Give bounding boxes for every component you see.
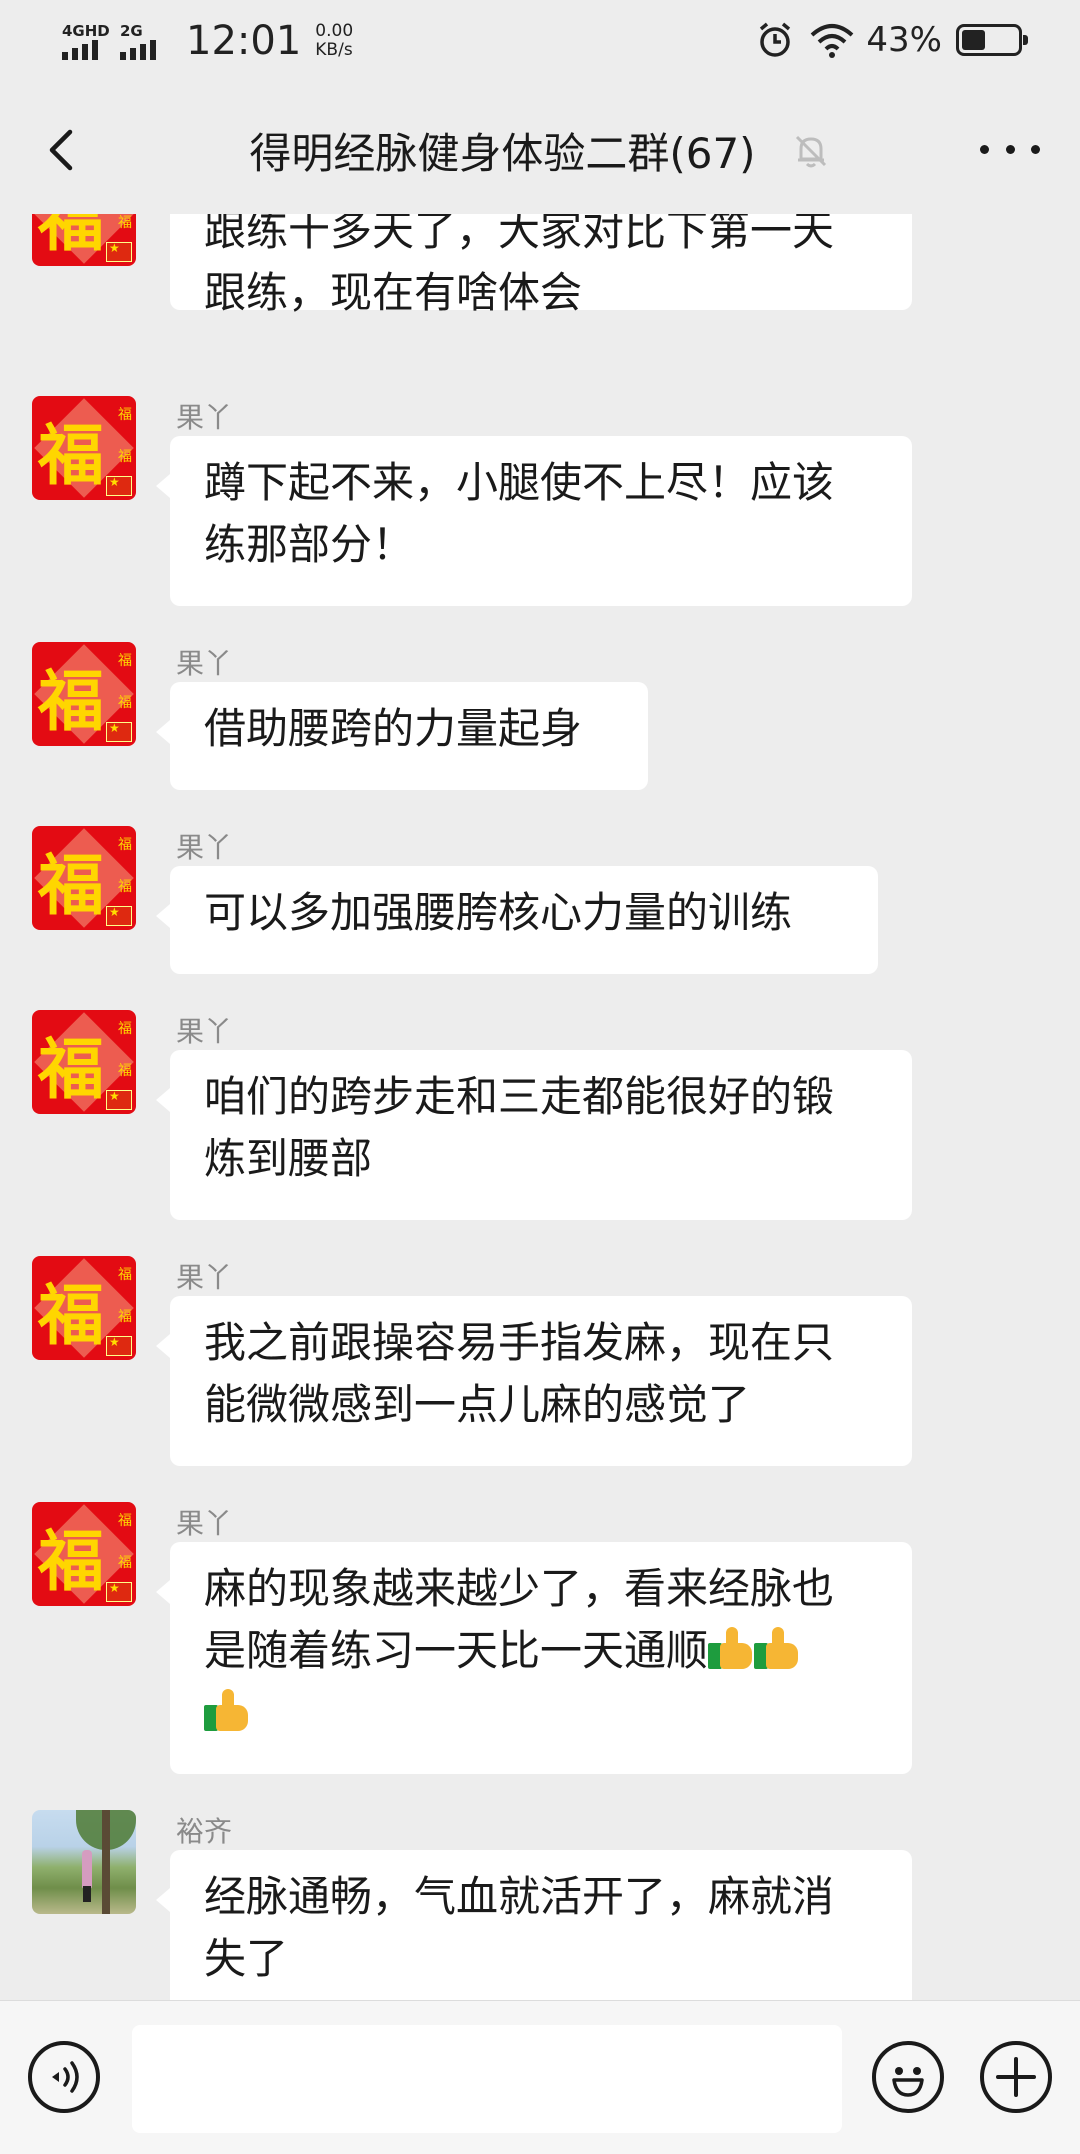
emoji-line [204, 1682, 878, 1744]
signal-4g-icon: 4GHD [60, 20, 112, 62]
message-line: 借助腰跨的力量起身 [204, 704, 583, 753]
sender-name: 果丫 [176, 1015, 233, 1048]
message-line: 炼到腰部 [204, 1134, 373, 1183]
sender-name: 果丫 [176, 1261, 233, 1294]
message-line: 我之前跟操容易手指发麻，现在只 [204, 1318, 835, 1367]
message-bubble[interactable]: 我之前跟操容易手指发麻，现在只 能微微感到一点儿麻的感觉了 [156, 1296, 912, 1466]
message-input[interactable] [132, 2025, 842, 2133]
battery-percent: 43% [866, 20, 942, 60]
plus-icon [996, 2057, 1036, 2097]
clock: 12:01 [186, 18, 302, 64]
sender-name: 果丫 [176, 401, 233, 434]
message-line: 咱们的跨步走和三走都能很好的锻 [204, 1072, 835, 1121]
chat-title: 得明经脉健身体验二群(67) [249, 129, 756, 178]
message-bubble[interactable]: 借助腰跨的力量起身 [156, 682, 648, 790]
message-line: 是随着练习一天比一天通顺 [204, 1626, 709, 1675]
message-line: 能微微感到一点儿麻的感觉了 [204, 1380, 751, 1429]
network-type-1: 4GHD [62, 22, 110, 40]
message-line: 跟练十多天了，大家对比下第一天 [204, 214, 835, 255]
status-bar: 4GHD 2G 12:01 0.00 KB/s 43% [0, 0, 1080, 86]
chat-header: 得明经脉健身体验二群(67) [0, 86, 1080, 214]
bell-off-icon [795, 135, 826, 167]
message-line: 失了 [204, 1934, 289, 1983]
avatar[interactable]: 福福福 [32, 214, 136, 266]
voice-icon [52, 2061, 79, 2093]
message-bubble[interactable]: 经脉通畅，气血就活开了，麻就消 失了 [156, 1850, 912, 2000]
thumbs-up-emoji-icon [754, 1625, 800, 1671]
sender-name: 果丫 [176, 831, 233, 864]
battery-level [962, 30, 985, 50]
message-line-with-emoji: 是随着练习一天比一天通顺 [204, 1620, 878, 1682]
message-line: 跟练，现在有啥体会 [204, 268, 583, 317]
alarm-icon [760, 22, 791, 57]
thumbs-up-emoji-icon [708, 1625, 754, 1671]
emoji-button[interactable] [872, 2041, 944, 2113]
battery-icon [956, 24, 1028, 56]
message-list: 福福福 跟练十多天了，大家对比下第一天 跟练，现在有啥体会 福福福 果丫 蹲下起… [0, 214, 1080, 2000]
message-line: 可以多加强腰胯核心力量的训练 [204, 888, 793, 937]
avatar[interactable]: 福福福 [32, 1502, 136, 1606]
speed-unit: KB/s [315, 40, 353, 60]
message-line: 练那部分！ [204, 520, 415, 569]
sender-name: 果丫 [176, 1507, 233, 1540]
message-line: 经脉通畅，气血就活开了，麻就消 [204, 1872, 835, 1921]
message-line: 蹲下起不来，小腿使不上尽！应该 [204, 458, 835, 507]
message-line: 麻的现象越来越少了，看来经脉也 [204, 1564, 835, 1613]
avatar[interactable]: 福福福 [32, 396, 136, 500]
network-type-2: 2G [120, 22, 143, 40]
message-bubble[interactable]: 咱们的跨步走和三走都能很好的锻 炼到腰部 [156, 1050, 912, 1220]
message-bubble[interactable]: 蹲下起不来，小腿使不上尽！应该 练那部分！ [156, 436, 912, 606]
message-bubble[interactable]: 麻的现象越来越少了，看来经脉也 是随着练习一天比一天通顺 [156, 1542, 912, 1774]
avatar[interactable]: 福福福 [32, 642, 136, 746]
avatar[interactable]: 福福福 [32, 1010, 136, 1114]
more-functions-button[interactable] [980, 2041, 1052, 2113]
more-options-icon[interactable] [980, 124, 1040, 174]
message-bubble[interactable]: 跟练十多天了，大家对比下第一天 跟练，现在有啥体会 [170, 214, 912, 317]
input-bar [0, 2000, 1080, 2154]
avatar[interactable]: 福福福 [32, 1256, 136, 1360]
speed-value: 0.00 [315, 21, 354, 41]
thumbs-up-emoji-icon [204, 1687, 250, 1733]
smiley-icon [892, 2067, 924, 2097]
voice-input-button[interactable] [28, 2041, 100, 2113]
avatar[interactable] [32, 1810, 136, 1914]
signal-2g-icon: 2G [118, 20, 170, 62]
message-bubble[interactable]: 可以多加强腰胯核心力量的训练 [156, 866, 878, 974]
avatar[interactable]: 福福福 [32, 826, 136, 930]
sender-name: 裕齐 [176, 1815, 233, 1848]
sender-name: 果丫 [176, 647, 233, 680]
network-speed: 0.00 KB/s [315, 22, 353, 60]
wifi-icon [811, 24, 854, 58]
